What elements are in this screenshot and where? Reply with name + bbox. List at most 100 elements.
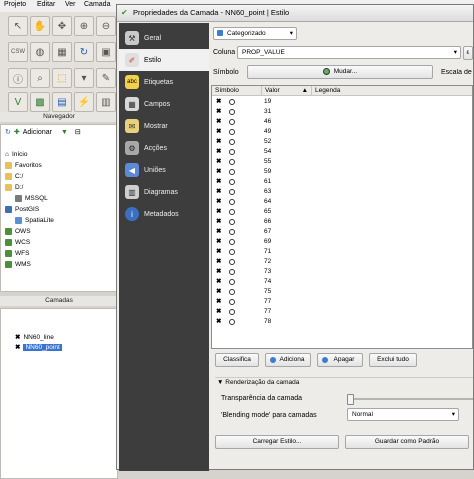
- wms-icon[interactable]: ▦: [52, 42, 72, 62]
- filter-icon[interactable]: ▼: [61, 129, 68, 136]
- add-raster-icon[interactable]: ▩: [30, 92, 50, 112]
- table-row[interactable]: ✖ 67: [212, 227, 472, 236]
- cursor-icon[interactable]: ↖: [8, 16, 28, 36]
- collapse-icon[interactable]: ⊟: [75, 128, 81, 136]
- table-row[interactable]: ✖ 52: [212, 137, 472, 146]
- menu-projeto[interactable]: Projeto: [4, 1, 26, 8]
- categories-table[interactable]: Símbolo Valor ▲ Legenda ✖ 19 ✖ 31 ✖ 46 ✖ 49 ✖ 52 ✖ 5…: [211, 85, 473, 349]
- checkbox-icon[interactable]: ✖: [216, 297, 221, 306]
- renderer-combo[interactable]: Categorizado ▾: [213, 27, 297, 40]
- select-icon[interactable]: ⬚: [52, 68, 72, 88]
- column-combo[interactable]: PROP_VALUE ▾: [237, 46, 461, 59]
- add-spatialite-icon[interactable]: ⚡: [74, 92, 94, 112]
- table-row[interactable]: ✖ 59: [212, 167, 472, 176]
- checkbox-icon[interactable]: ✖: [216, 307, 221, 316]
- tab-geral[interactable]: ⚒ Geral: [119, 27, 209, 49]
- checkbox-icon[interactable]: ✖: [216, 167, 221, 176]
- add-wms-icon[interactable]: ▥: [96, 92, 116, 112]
- table-row[interactable]: ✖ 73: [212, 267, 472, 276]
- checkbox-icon[interactable]: ✖: [216, 127, 221, 136]
- table-row[interactable]: ✖ 77: [212, 297, 472, 306]
- tab-metadados[interactable]: i Metadados: [119, 203, 209, 225]
- globe-icon[interactable]: ◍: [30, 42, 50, 62]
- chevron-down-icon[interactable]: ▾: [74, 68, 94, 88]
- tree-item-mssql[interactable]: MSSQL: [15, 193, 48, 203]
- checkbox-icon[interactable]: ✖: [216, 137, 221, 146]
- table-row[interactable]: ✖ 65: [212, 207, 472, 216]
- checkbox-icon[interactable]: ✖: [15, 333, 20, 341]
- checkbox-icon[interactable]: ✖: [216, 317, 221, 326]
- menu-ver[interactable]: Ver: [65, 1, 76, 8]
- add-button[interactable]: Adiciona: [265, 353, 311, 367]
- table-row[interactable]: ✖ 74: [212, 277, 472, 286]
- pan-selection-icon[interactable]: ✥: [52, 16, 72, 36]
- tab-diagramas[interactable]: ▥ Diagramas: [119, 181, 209, 203]
- checkbox-icon[interactable]: ✖: [216, 97, 221, 106]
- tree-item-wfs[interactable]: WFS: [5, 248, 29, 258]
- table-row[interactable]: ✖ 61: [212, 177, 472, 186]
- identify-icon[interactable]: ⓘ: [8, 68, 28, 88]
- refresh-icon[interactable]: ↻: [74, 42, 94, 62]
- transparency-slider[interactable]: [347, 394, 354, 405]
- zoom-in-icon[interactable]: ⊕: [74, 16, 94, 36]
- tab-campos[interactable]: ▦ Campos: [119, 93, 209, 115]
- checkbox-icon[interactable]: ✖: [216, 177, 221, 186]
- add-postgis-icon[interactable]: ▤: [52, 92, 72, 112]
- table-row[interactable]: ✖ 46: [212, 117, 472, 126]
- change-symbol-button[interactable]: Mudar...: [247, 65, 433, 79]
- classify-button[interactable]: Classifica: [215, 353, 259, 367]
- layer-item-line[interactable]: ✖ NN60_line: [15, 332, 54, 342]
- tree-item-inicio[interactable]: ⌂ Início: [5, 149, 27, 159]
- tab-unioes[interactable]: ◀ Uniões: [119, 159, 209, 181]
- load-style-button[interactable]: Carregar Estilo...: [215, 435, 339, 449]
- checkbox-icon[interactable]: ✖: [216, 187, 221, 196]
- render-section[interactable]: ▼ Renderização da camada: [217, 379, 299, 386]
- save-default-button[interactable]: Guardar como Padrão: [345, 435, 469, 449]
- save-icon[interactable]: ▣: [96, 42, 116, 62]
- header-legend[interactable]: Legenda: [312, 86, 472, 96]
- csw-icon[interactable]: CSW: [8, 42, 28, 62]
- delete-button[interactable]: Apagar: [317, 353, 363, 367]
- table-row[interactable]: ✖ 71: [212, 247, 472, 256]
- table-row[interactable]: ✖ 63: [212, 187, 472, 196]
- checkbox-icon[interactable]: ✖: [216, 267, 221, 276]
- table-row[interactable]: ✖ 31: [212, 107, 472, 116]
- checkbox-icon[interactable]: ✖: [216, 227, 221, 236]
- checkbox-icon[interactable]: ✖: [216, 157, 221, 166]
- add-vector-icon[interactable]: V: [8, 92, 28, 112]
- checkbox-icon[interactable]: ✖: [15, 343, 20, 351]
- checkbox-icon[interactable]: ✖: [216, 217, 221, 226]
- delete-all-button[interactable]: Exclui tudo: [369, 353, 417, 367]
- tab-accoes[interactable]: ⚙ Acções: [119, 137, 209, 159]
- tree-item-d[interactable]: D:/: [5, 182, 23, 192]
- table-row[interactable]: ✖ 77: [212, 307, 472, 316]
- tree-item-wcs[interactable]: WCS: [5, 237, 30, 247]
- layer-item-point[interactable]: ✖ NN60_point: [15, 342, 62, 352]
- table-row[interactable]: ✖ 49: [212, 127, 472, 136]
- checkbox-icon[interactable]: ✖: [216, 197, 221, 206]
- tree-item-ows[interactable]: OWS: [5, 226, 31, 236]
- tab-mostrar[interactable]: ✉ Mostrar: [119, 115, 209, 137]
- tree-item-postgis[interactable]: PostGIS: [5, 204, 39, 214]
- checkbox-icon[interactable]: ✖: [216, 247, 221, 256]
- tab-etiquetas[interactable]: abc Etiquetas: [119, 71, 209, 93]
- table-row[interactable]: ✖ 66: [212, 217, 472, 226]
- checkbox-icon[interactable]: ✖: [216, 287, 221, 296]
- pan-icon[interactable]: ✋: [30, 16, 50, 36]
- checkbox-icon[interactable]: ✖: [216, 117, 221, 126]
- table-row[interactable]: ✖ 78: [212, 317, 472, 326]
- table-row[interactable]: ✖ 69: [212, 237, 472, 246]
- add-icon[interactable]: ✚: [14, 128, 20, 136]
- tab-estilo[interactable]: ✐ Estilo: [119, 49, 209, 71]
- checkbox-icon[interactable]: ✖: [216, 147, 221, 156]
- table-row[interactable]: ✖ 54: [212, 147, 472, 156]
- tree-item-spatialite[interactable]: SpatiaLite: [15, 215, 54, 225]
- search-icon[interactable]: ⌕: [30, 68, 50, 88]
- tree-item-wms[interactable]: WMS: [5, 259, 31, 269]
- tree-item-c[interactable]: C:/: [5, 171, 23, 181]
- checkbox-icon[interactable]: ✖: [216, 257, 221, 266]
- table-row[interactable]: ✖ 72: [212, 257, 472, 266]
- table-row[interactable]: ✖ 19: [212, 97, 472, 106]
- checkbox-icon[interactable]: ✖: [216, 277, 221, 286]
- blending-combo[interactable]: Normal ▾: [347, 408, 459, 421]
